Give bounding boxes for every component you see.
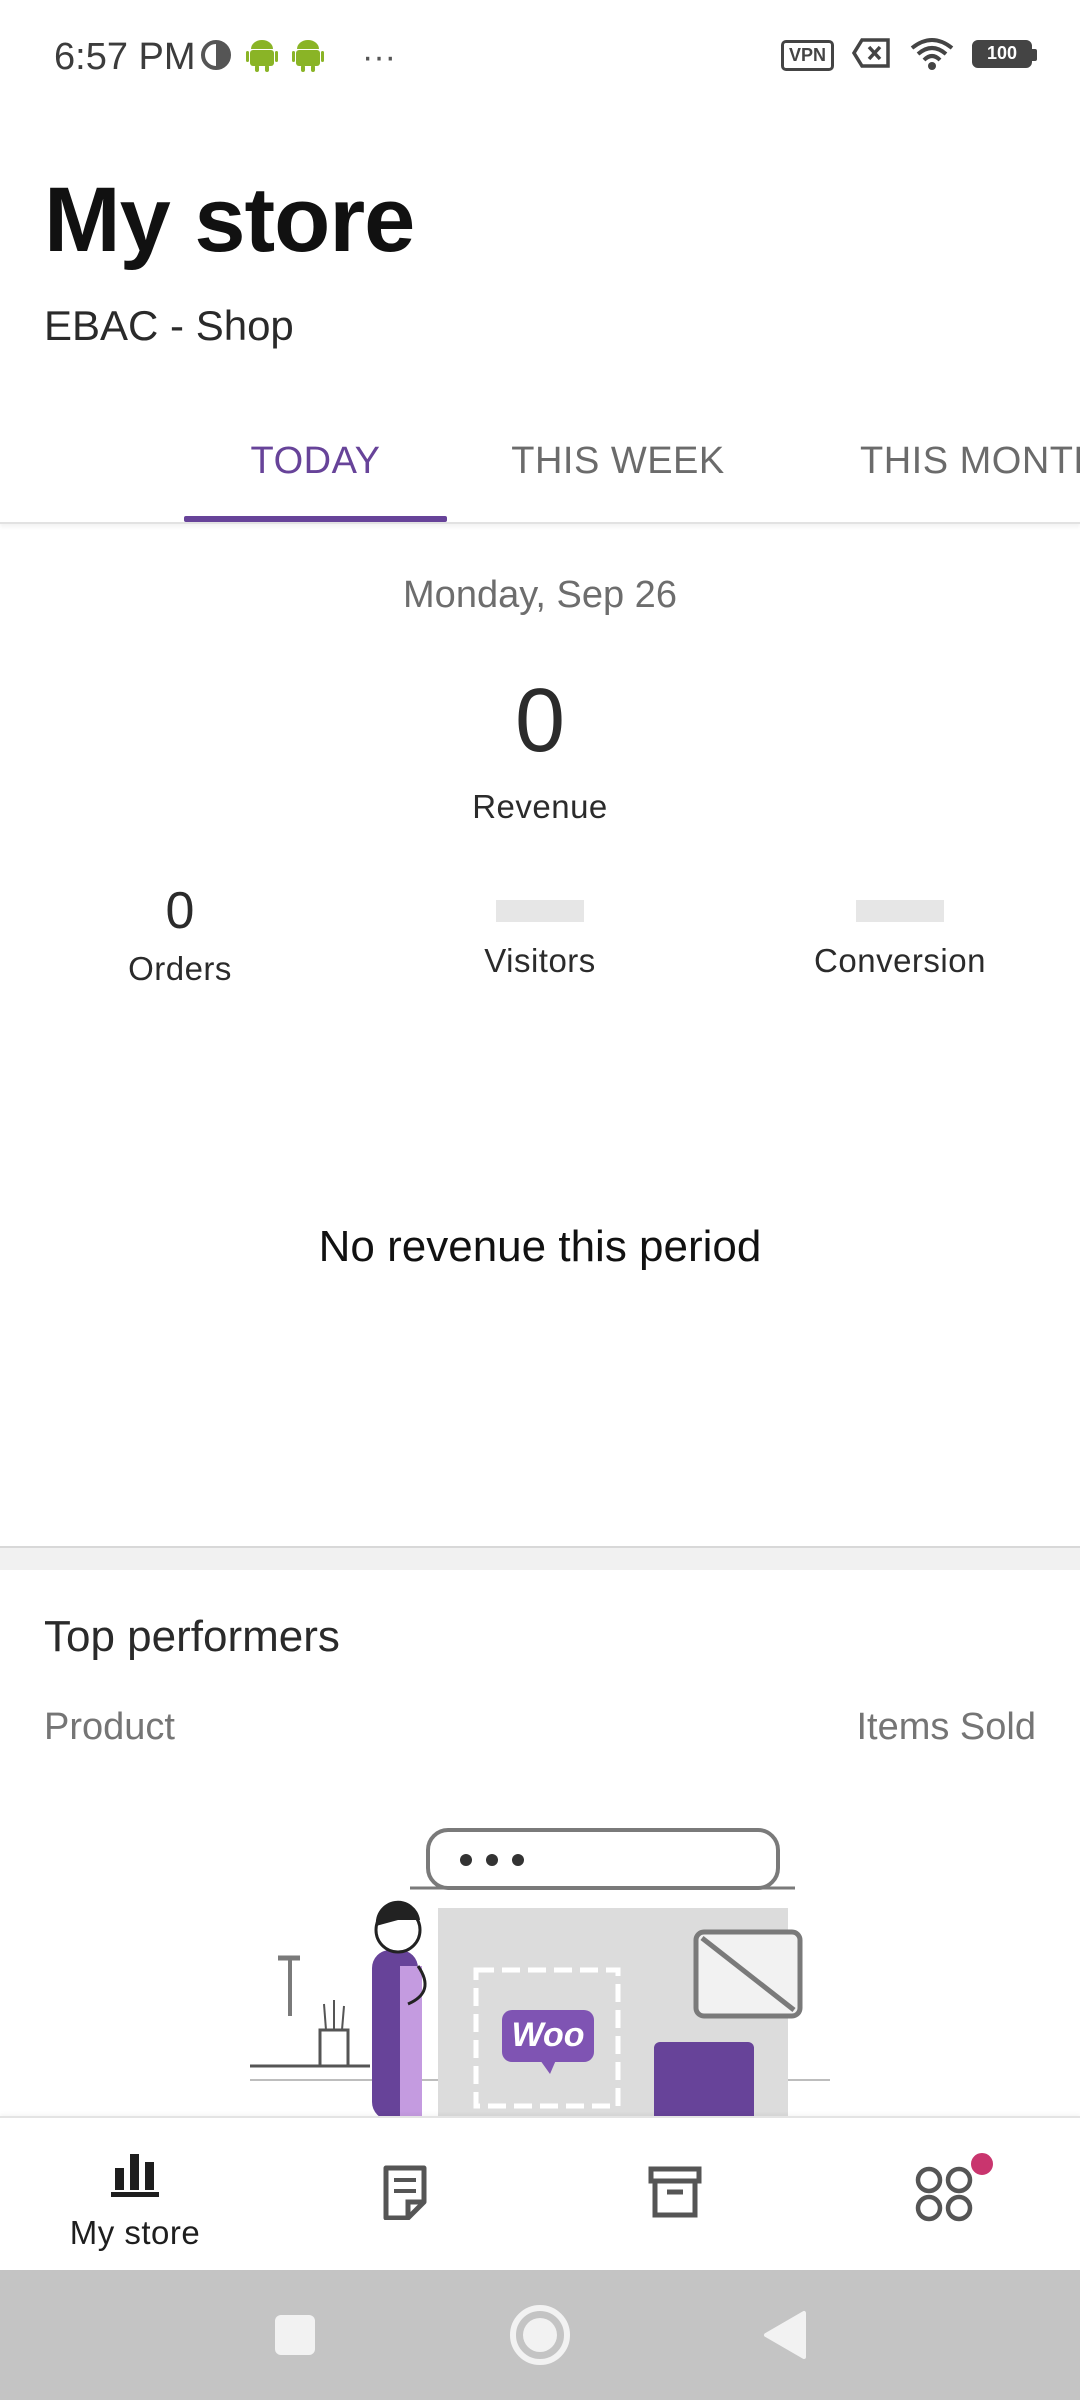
tab-this-month[interactable]: THIS MONTH [822,400,1080,522]
nav-products[interactable] [540,2118,810,2272]
orders-icon [380,2164,430,2225]
store-name: EBAC - Shop [44,302,294,349]
orders-value: 0 [165,882,195,940]
date-label: Monday, Sep 26 [403,574,677,616]
nav-orders[interactable] [270,2118,540,2272]
section-divider [0,1546,1080,1570]
status-icons-right: VPN 100 [780,36,1040,75]
top-performers-title: Top performers [44,1612,340,1661]
battery-icon: 100 [972,39,1040,72]
android-icon [292,38,324,77]
conversion-label: Conversion [814,942,986,979]
conversion-stat: Conversion [720,880,1080,980]
status-icons-left: ··· [200,38,396,77]
empty-state-illustration: Woo [240,1816,840,2122]
nav-my-store[interactable]: My store [0,2118,270,2272]
tab-this-week[interactable]: THIS WEEK [478,400,758,522]
visitors-stat: Visitors [360,880,720,980]
battery-level: 100 [986,42,1018,63]
wifi-icon [910,36,954,75]
visitors-label: Visitors [484,942,596,979]
revenue-value: 0 [514,671,566,771]
status-time: 6:57 PM [54,36,196,78]
android-icon [246,38,278,77]
products-icon [648,2166,702,2223]
back-button[interactable] [745,2270,825,2400]
nav-my-store-label: My store [69,2214,201,2251]
no-sim-icon [851,37,892,74]
tab-indicator [184,516,447,522]
empty-revenue-message: No revenue this period [318,1222,762,1271]
home-button[interactable] [500,2270,580,2400]
orders-label: Orders [128,950,232,987]
revenue-label: Revenue [472,788,608,825]
bottom-navigation: My store [0,2116,1080,2272]
vpn-icon: VPN [780,40,834,71]
system-navigation-bar [0,2270,1080,2400]
items-sold-column-header: Items Sold [856,1706,1036,1748]
status-bar: 6:57 PM ··· VPN 100 [0,0,1080,120]
tab-today[interactable]: TODAY [184,400,447,522]
recent-apps-button[interactable] [255,2270,335,2400]
data-saver-icon [200,39,232,76]
woo-logo-text: Woo [511,2016,584,2054]
conversion-placeholder [856,900,944,922]
orders-stat: 0 Orders [0,880,360,988]
more-notifications-icon: ··· [362,38,396,76]
product-column-header: Product [44,1706,175,1748]
bar-chart-icon [109,2146,161,2203]
circle-icon [510,2305,570,2365]
more-menu-icon [913,2164,977,2229]
notification-dot [968,2150,996,2178]
page-title: My store [44,169,415,271]
nav-more[interactable] [810,2118,1080,2272]
square-icon [275,2315,315,2355]
visitors-placeholder [496,900,584,922]
stats-period-tabs: TODAY THIS WEEK THIS MONTH [0,400,1080,524]
back-triangle-icon [764,2311,806,2359]
